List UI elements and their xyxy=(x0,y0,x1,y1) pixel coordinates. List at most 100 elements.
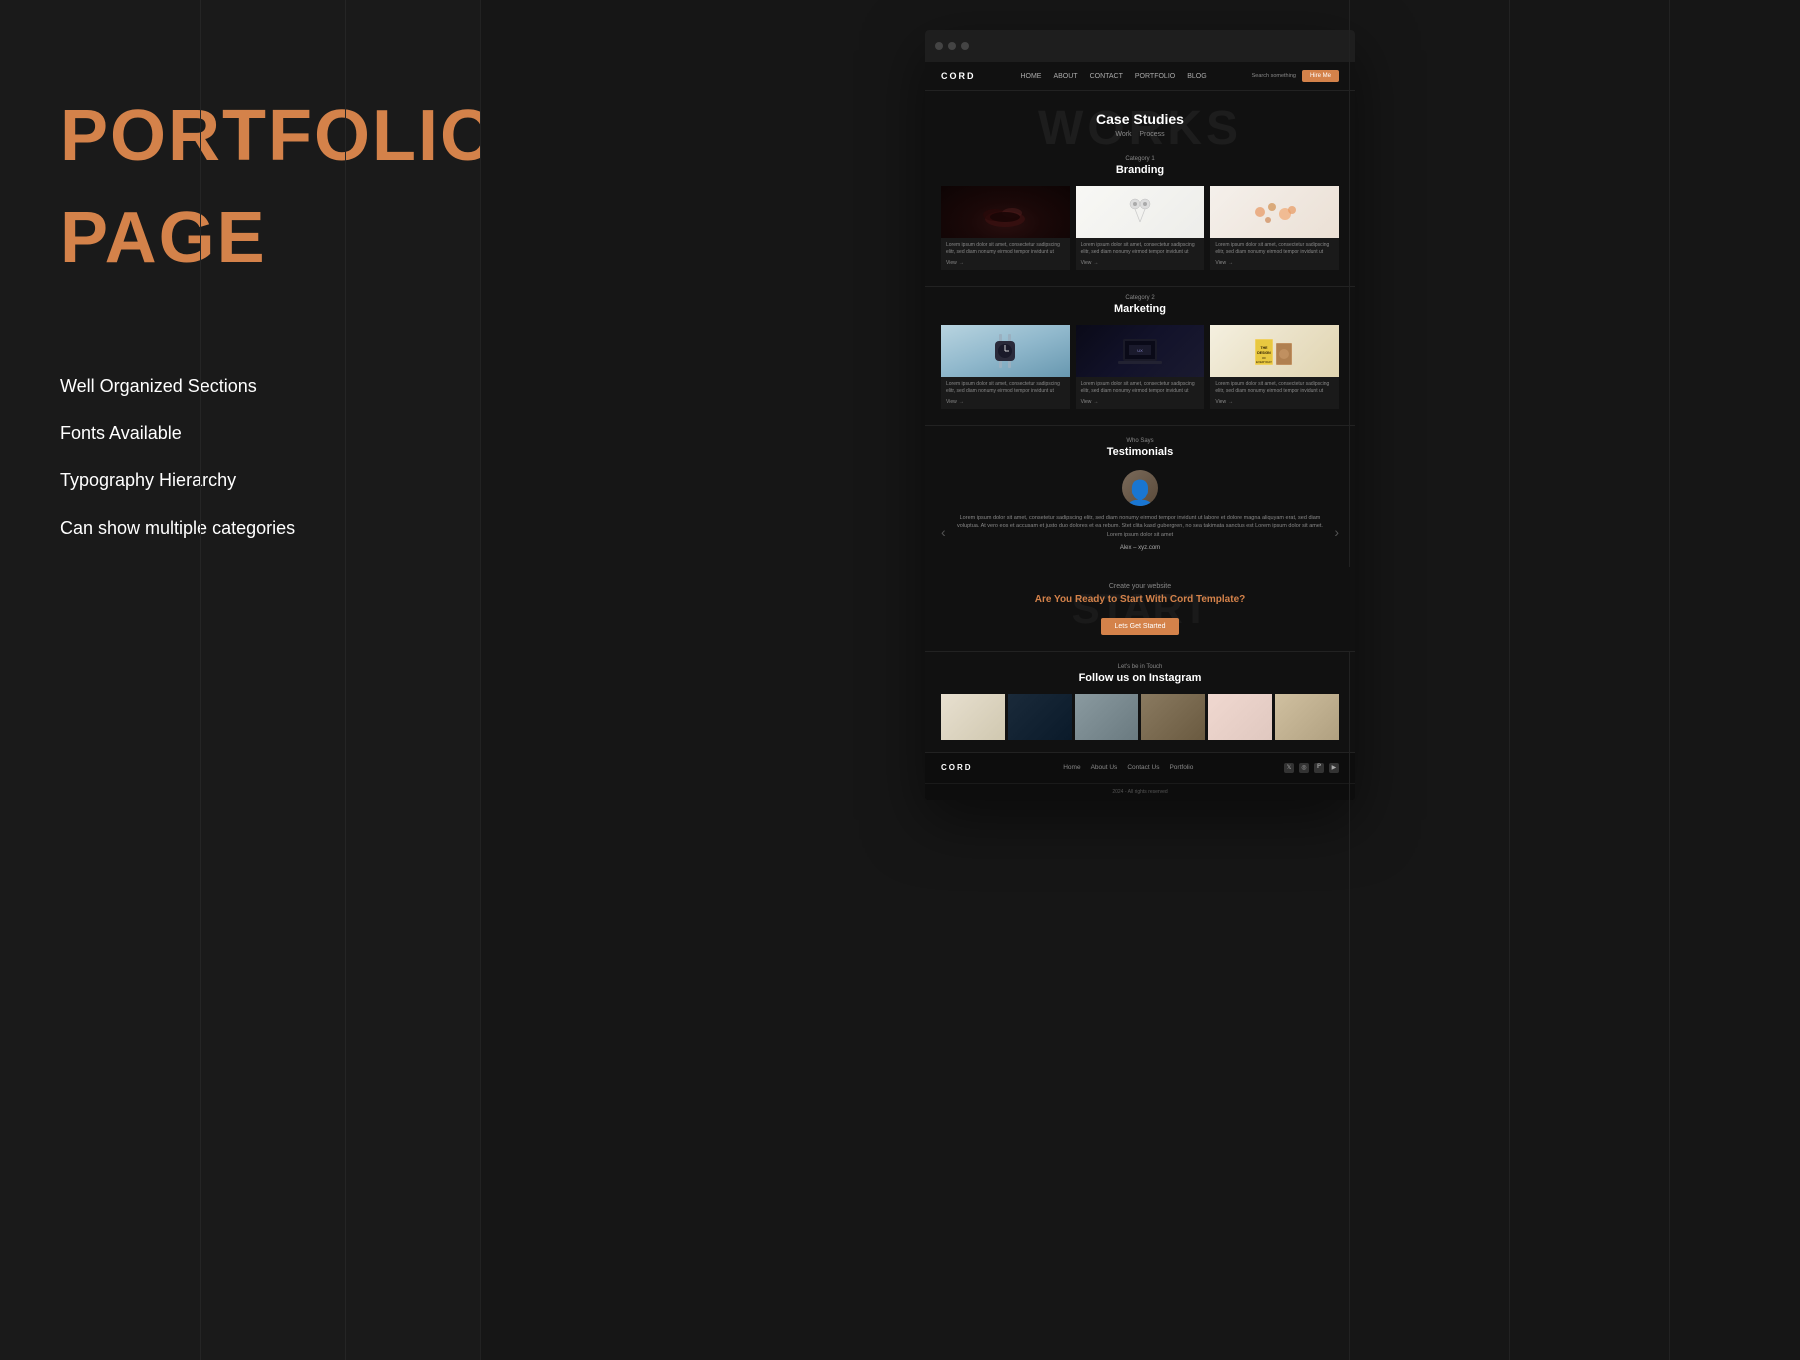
nav-links: HOME ABOUT CONTACT PORTFOLIO BLOG xyxy=(1020,73,1206,80)
project-link-2[interactable]: View → xyxy=(1081,260,1200,266)
project-image-books: THE DESIGN OF EVERYDAY xyxy=(1210,325,1339,377)
project-info-3: Lorem ipsum dolor sit amet, consectetur … xyxy=(1210,238,1339,270)
carousel-prev[interactable]: ‹ xyxy=(941,524,946,540)
social-youtube[interactable]: ▶ xyxy=(1329,763,1339,773)
project-info-2: Lorem ipsum dolor sit amet, consectetur … xyxy=(1076,238,1205,270)
footer-copyright: 2024 - All rights reserved xyxy=(925,783,1355,800)
testimonial-avatar: 👤 xyxy=(1122,470,1158,506)
page-title: PORTFOLIO PAGE xyxy=(60,60,420,334)
insta-item-1[interactable] xyxy=(941,694,1005,740)
svg-text:UX: UX xyxy=(1137,348,1143,353)
svg-text:THE: THE xyxy=(1260,346,1268,350)
branding-grid: Lorem ipsum dolor sit amet, consectetur … xyxy=(941,186,1339,270)
instagram-title: Follow us on Instagram xyxy=(941,672,1339,684)
project-card-1: Lorem ipsum dolor sit amet, consectetur … xyxy=(941,186,1070,270)
testimonial-text: Lorem ipsum dolor sit amet, consetetur s… xyxy=(954,514,1327,539)
browser-dot-red xyxy=(935,42,943,50)
insta-item-6[interactable] xyxy=(1275,694,1339,740)
divider-1 xyxy=(200,0,201,1360)
project-info-1: Lorem ipsum dolor sit amet, consectetur … xyxy=(941,238,1070,270)
project-image-flowers xyxy=(1210,186,1339,238)
insta-item-5[interactable] xyxy=(1208,694,1272,740)
works-hero: WORKS Case Studies Work Process xyxy=(925,91,1355,148)
project-info-4: Lorem ipsum dolor sit amet, consectetur … xyxy=(941,377,1070,409)
project-desc-2: Lorem ipsum dolor sit amet, consectetur … xyxy=(1081,242,1200,256)
footer-link-home[interactable]: Home xyxy=(1063,764,1080,771)
project-card-3: Lorem ipsum dolor sit amet, consectetur … xyxy=(1210,186,1339,270)
divider-4 xyxy=(1349,0,1350,1360)
avatar-icon: 👤 xyxy=(1125,482,1155,506)
right-area: CORD HOME ABOUT CONTACT PORTFOLIO BLOG S… xyxy=(480,0,1800,1360)
website-content: CORD HOME ABOUT CONTACT PORTFOLIO BLOG S… xyxy=(925,62,1355,800)
site-footer: CORD Home About Us Contact Us Portfolio … xyxy=(925,752,1355,783)
marketing-grid: Lorem ipsum dolor sit amet, consectetur … xyxy=(941,325,1339,409)
testimonials-title: Testimonials xyxy=(941,446,1339,458)
left-panel: PORTFOLIO PAGE Well Organized Sections F… xyxy=(0,0,480,1360)
category2-title: Marketing xyxy=(941,303,1339,315)
project-link-3[interactable]: View → xyxy=(1215,260,1334,266)
social-twitter[interactable]: 𝕏 xyxy=(1284,763,1294,773)
project-link-5[interactable]: View → xyxy=(1081,399,1200,405)
browser-bar xyxy=(925,30,1355,62)
project-image-laptop: UX xyxy=(1076,325,1205,377)
project-link-4[interactable]: View → xyxy=(946,399,1065,405)
nav-search-text: Search something xyxy=(1252,73,1296,79)
nav-cta-button[interactable]: Hire Me xyxy=(1302,70,1339,82)
footer-link-portfolio[interactable]: Portfolio xyxy=(1169,764,1193,771)
testimonials-section: Who Says Testimonials 👤 ‹ Lorem ipsum do… xyxy=(925,425,1355,567)
site-nav: CORD HOME ABOUT CONTACT PORTFOLIO BLOG S… xyxy=(925,62,1355,91)
divider-3 xyxy=(480,0,481,1360)
nav-link-home[interactable]: HOME xyxy=(1020,73,1041,80)
svg-text:EVERYDAY: EVERYDAY xyxy=(1256,360,1272,364)
footer-logo: CORD xyxy=(941,763,973,772)
footer-link-contact[interactable]: Contact Us xyxy=(1127,764,1159,771)
insta-item-4[interactable] xyxy=(1141,694,1205,740)
branding-section: Category 1 Branding xyxy=(925,148,1355,286)
testimonial-carousel: ‹ Lorem ipsum dolor sit amet, consetetur… xyxy=(941,514,1339,551)
project-desc-6: Lorem ipsum dolor sit amet, consectetur … xyxy=(1215,381,1334,395)
project-desc-3: Lorem ipsum dolor sit amet, consectetur … xyxy=(1215,242,1334,256)
cta-button[interactable]: Lets Get Started xyxy=(1101,618,1180,635)
site-logo: CORD xyxy=(941,71,976,81)
feature-item-2: Fonts Available xyxy=(60,421,420,446)
marketing-section: Category 2 Marketing xyxy=(925,286,1355,425)
instagram-grid xyxy=(941,694,1339,740)
footer-links: Home About Us Contact Us Portfolio xyxy=(1063,764,1193,771)
footer-social: 𝕏 ◎ 𝐏 ▶ xyxy=(1284,763,1339,773)
footer-link-about[interactable]: About Us xyxy=(1091,764,1118,771)
nav-link-about[interactable]: ABOUT xyxy=(1053,73,1077,80)
cta-title: Are You Ready to Start With Cord Templat… xyxy=(941,594,1339,605)
divider-2 xyxy=(345,0,346,1360)
features-list: Well Organized Sections Fonts Available … xyxy=(60,374,420,563)
nav-link-contact[interactable]: CONTACT xyxy=(1090,73,1123,80)
project-info-6: Lorem ipsum dolor sit amet, consectetur … xyxy=(1210,377,1339,409)
svg-text:DESIGN: DESIGN xyxy=(1257,351,1271,355)
category1-label: Category 1 xyxy=(941,156,1339,162)
nav-link-blog[interactable]: BLOG xyxy=(1187,73,1206,80)
social-pinterest[interactable]: 𝐏 xyxy=(1314,763,1324,773)
nav-link-portfolio[interactable]: PORTFOLIO xyxy=(1135,73,1175,80)
social-instagram[interactable]: ◎ xyxy=(1299,763,1309,773)
insta-item-2[interactable] xyxy=(1008,694,1072,740)
project-desc-4: Lorem ipsum dolor sit amet, consectetur … xyxy=(946,381,1065,395)
insta-item-3[interactable] xyxy=(1075,694,1139,740)
project-card-4: Lorem ipsum dolor sit amet, consectetur … xyxy=(941,325,1070,409)
carousel-next[interactable]: › xyxy=(1334,524,1339,540)
instagram-section: Let's be in Touch Follow us on Instagram xyxy=(925,651,1355,752)
project-card-2: Lorem ipsum dolor sit amet, consectetur … xyxy=(1076,186,1205,270)
feature-item-1: Well Organized Sections xyxy=(60,374,420,399)
works-bg-text: WORKS xyxy=(1038,101,1242,156)
category2-label: Category 2 xyxy=(941,295,1339,301)
project-link-6[interactable]: View → xyxy=(1215,399,1334,405)
project-link-1[interactable]: View → xyxy=(946,260,1065,266)
works-title: Case Studies xyxy=(941,111,1339,127)
browser-mockup: CORD HOME ABOUT CONTACT PORTFOLIO BLOG S… xyxy=(925,30,1355,800)
divider-5 xyxy=(1509,0,1510,1360)
project-card-6: THE DESIGN OF EVERYDAY Lorem ipsum dolor… xyxy=(1210,325,1339,409)
project-image-watch xyxy=(941,325,1070,377)
project-info-5: Lorem ipsum dolor sit amet, consectetur … xyxy=(1076,377,1205,409)
project-image-herbs xyxy=(941,186,1070,238)
feature-item-4: Can show multiple categories xyxy=(60,516,420,541)
project-image-earphones xyxy=(1076,186,1205,238)
browser-dot-yellow xyxy=(948,42,956,50)
